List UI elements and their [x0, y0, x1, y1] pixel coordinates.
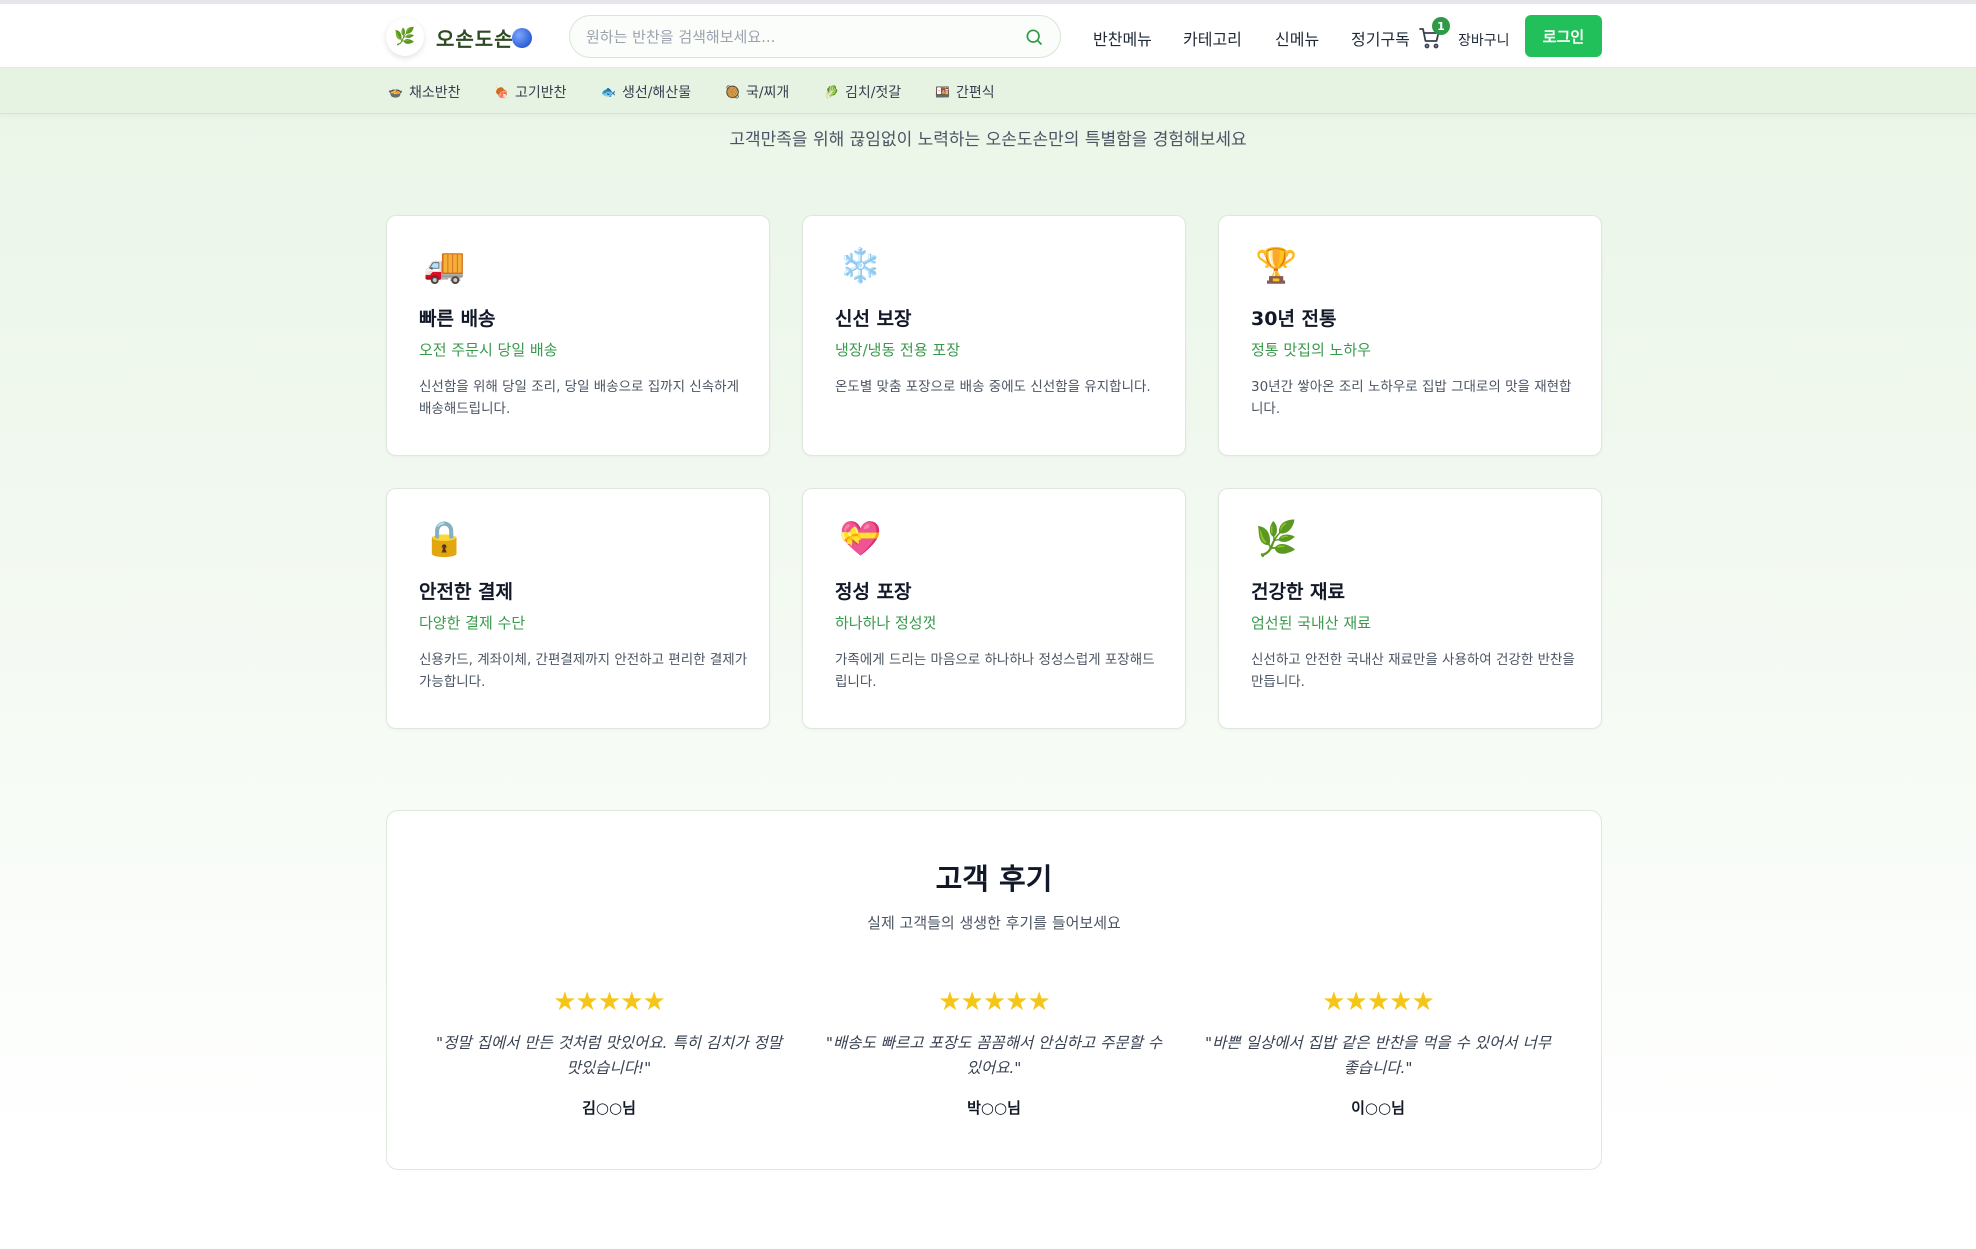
- category-seafood[interactable]: 🐟 생선/해산물: [601, 82, 691, 102]
- category-label: 간편식: [955, 85, 995, 101]
- category-soup[interactable]: 🥘 국/찌개: [725, 82, 789, 102]
- review-card: ★★★★★ "정말 집에서 만든 것처럼 맛있어요. 특히 김치가 정말 맛있습…: [436, 987, 782, 1118]
- feature-subtitle: 정통 맛집의 노하우: [1251, 341, 1371, 359]
- feature-card-careful-packaging: 💝 정성 포장 하나하나 정성껏 가족에게 드리는 마음으로 하나하나 정성스럽…: [802, 488, 1186, 729]
- feature-description: 가족에게 드리는 마음으로 하나하나 정성스럽게 포장해드립니다.: [835, 652, 1155, 690]
- feature-description: 신선함을 위해 당일 조리, 당일 배송으로 집까지 신속하게 배송해드립니다.: [419, 379, 739, 417]
- feature-title: 건강한 재료: [1251, 581, 1346, 603]
- review-author: 박○○님: [967, 1099, 1021, 1117]
- nav-new-menu[interactable]: 신메뉴: [1275, 26, 1319, 50]
- feature-subtitle: 냉장/냉동 전용 포장: [835, 341, 960, 359]
- feature-title: 30년 전통: [1251, 308, 1337, 330]
- search-bar: [569, 15, 1061, 58]
- globe-icon: [512, 28, 532, 48]
- reviews-title: 고객 후기: [935, 862, 1053, 896]
- meat-icon: 🍖: [494, 85, 509, 99]
- bento-icon: 🍱: [935, 85, 950, 99]
- feature-description: 온도별 맞춤 포장으로 배송 중에도 신선함을 유지합니다.: [835, 379, 1151, 395]
- fish-icon: 🐟: [601, 85, 616, 99]
- snowflake-icon: ❄️: [839, 246, 882, 286]
- feature-title: 안전한 결제: [419, 581, 514, 603]
- stew-icon: 🥘: [725, 85, 740, 99]
- reviews-section: 고객 후기 실제 고객들의 생생한 후기를 들어보세요 ★★★★★ "정말 집에…: [386, 810, 1602, 1170]
- section-subtitle: 고객만족을 위해 끊임없이 노력하는 오손도손만의 특별함을 경험해보세요: [729, 130, 1247, 150]
- logo[interactable]: 🌿: [386, 18, 424, 56]
- feature-description: 30년간 쌓아온 조리 노하우로 집밥 그대로의 맛을 재현합니다.: [1251, 379, 1572, 417]
- review-card: ★★★★★ "배송도 빠르고 포장도 꼼꼼해서 안심하고 주문할 수 있어요."…: [821, 987, 1167, 1118]
- nav-banchan-menu[interactable]: 반찬메뉴: [1093, 26, 1152, 50]
- nav-subscription[interactable]: 정기구독: [1351, 26, 1410, 50]
- logo-text[interactable]: 오손도손: [436, 23, 514, 52]
- feature-subtitle: 오전 주문시 당일 배송: [419, 341, 558, 359]
- herb-icon: 🌿: [1255, 519, 1298, 559]
- review-card: ★★★★★ "바쁜 일상에서 집밥 같은 반찬을 먹을 수 있어서 너무 좋습니…: [1205, 987, 1551, 1118]
- review-author: 이○○님: [1351, 1099, 1405, 1117]
- reviews-subtitle: 실제 고객들의 생생한 후기를 들어보세요: [867, 914, 1121, 932]
- sprout-icon: 🌿: [394, 27, 416, 47]
- feature-title: 빠른 배송: [419, 308, 496, 330]
- site-header: 🌿 오손도손 반찬메뉴 카테고리 신메뉴 정기구독 1 장바구니 로그인: [0, 4, 1976, 68]
- trophy-icon: 🏆: [1255, 246, 1298, 286]
- nav-category[interactable]: 카테고리: [1183, 26, 1242, 50]
- search-icon[interactable]: [1024, 27, 1044, 47]
- category-convenience[interactable]: 🍱 간편식: [935, 82, 995, 102]
- category-label: 김치/젓갈: [844, 85, 902, 101]
- cart-label: 장바구니: [1458, 33, 1510, 49]
- review-text: "정말 집에서 만든 것처럼 맛있어요. 특히 김치가 정말 맛있습니다!": [436, 1034, 783, 1077]
- cart-count-badge: 1: [1432, 17, 1450, 35]
- category-vegetable[interactable]: 🍲 채소반찬: [388, 82, 460, 102]
- category-meat[interactable]: 🍖 고기반찬: [494, 82, 566, 102]
- review-text: "배송도 빠르고 포장도 꼼꼼해서 안심하고 주문할 수 있어요.": [825, 1034, 1163, 1077]
- gift-heart-icon: 💝: [839, 519, 882, 559]
- feature-card-tradition: 🏆 30년 전통 정통 맛집의 노하우 30년간 쌓아온 조리 노하우로 집밥 …: [1218, 215, 1602, 456]
- feature-title: 신선 보장: [835, 308, 912, 330]
- cart-button[interactable]: 1 장바구니: [1418, 17, 1513, 54]
- lock-icon: 🔒: [423, 519, 466, 559]
- category-label: 국/찌개: [745, 85, 790, 101]
- review-author: 김○○님: [582, 1099, 636, 1117]
- leaf-icon: 🥬: [824, 85, 839, 99]
- category-bar: 🍲 채소반찬 🍖 고기반찬 🐟 생선/해산물 🥘 국/찌개 🥬 김치/젓갈 🍱 …: [0, 68, 1976, 114]
- feature-subtitle: 하나하나 정성껏: [835, 614, 937, 632]
- feature-subtitle: 엄선된 국내산 재료: [1251, 614, 1371, 632]
- feature-card-secure-payment: 🔒 안전한 결제 다양한 결제 수단 신용카드, 계좌이체, 간편결제까지 안전…: [386, 488, 770, 729]
- feature-card-freshness: ❄️ 신선 보장 냉장/냉동 전용 포장 온도별 맞춤 포장으로 배송 중에도 …: [802, 215, 1186, 456]
- login-button[interactable]: 로그인: [1525, 15, 1602, 57]
- feature-card-healthy-ingredients: 🌿 건강한 재료 엄선된 국내산 재료 신선하고 안전한 국내산 재료만을 사용…: [1218, 488, 1602, 729]
- feature-subtitle: 다양한 결제 수단: [419, 614, 526, 632]
- category-label: 고기반찬: [514, 85, 567, 101]
- category-label: 생선/해산물: [621, 85, 692, 101]
- category-label: 채소반찬: [408, 85, 461, 101]
- star-rating: ★★★★★: [1322, 987, 1435, 1017]
- review-text: "바쁜 일상에서 집밥 같은 반찬을 먹을 수 있어서 너무 좋습니다.": [1205, 1034, 1552, 1077]
- feature-description: 신용카드, 계좌이체, 간편결제까지 안전하고 편리한 결제가 가능합니다.: [419, 652, 748, 690]
- category-kimchi[interactable]: 🥬 김치/젓갈: [824, 82, 901, 102]
- star-rating: ★★★★★: [938, 987, 1051, 1017]
- feature-description: 신선하고 안전한 국내산 재료만을 사용하여 건강한 반찬을 만듭니다.: [1251, 652, 1575, 690]
- feature-title: 정성 포장: [835, 581, 912, 603]
- bowl-icon: 🍲: [388, 85, 403, 99]
- search-input[interactable]: [586, 16, 1006, 57]
- feature-card-fast-delivery: 🚚 빠른 배송 오전 주문시 당일 배송 신선함을 위해 당일 조리, 당일 배…: [386, 215, 770, 456]
- truck-icon: 🚚: [423, 246, 466, 286]
- star-rating: ★★★★★: [553, 987, 666, 1017]
